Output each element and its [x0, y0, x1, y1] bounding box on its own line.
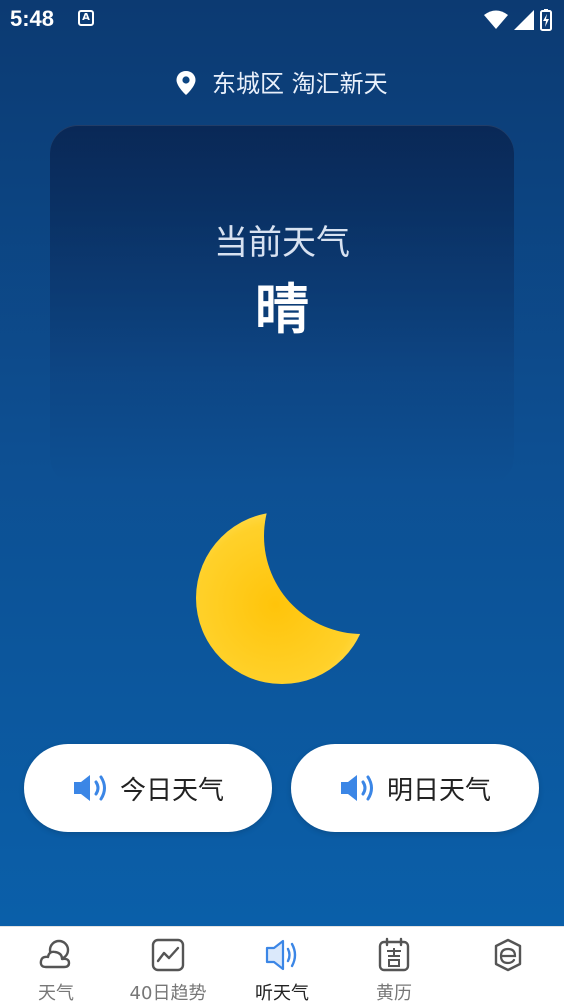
bottom-tab-bar: 天气 40日趋势 听天气 黄历: [0, 926, 564, 1005]
profile-icon: [494, 938, 522, 972]
status-bar: 5:48 A: [0, 0, 564, 40]
tab-label: 黄历: [376, 983, 412, 1004]
tomorrow-weather-button[interactable]: 明日天气: [291, 744, 539, 832]
tab-label: 听天气: [255, 983, 309, 1004]
cloud-icon: [39, 939, 71, 969]
speaker-icon: [265, 939, 297, 971]
battery-icon: [540, 9, 552, 31]
signal-icon: [514, 10, 534, 30]
tab-weather[interactable]: 天气: [0, 927, 112, 1005]
tab-listen-weather[interactable]: 听天气: [226, 927, 338, 1005]
notification-badge-icon: A: [78, 10, 94, 26]
location-text: 东城区 淘汇新天: [212, 70, 388, 98]
moon-icon: [190, 500, 380, 690]
speaker-icon: [73, 775, 106, 801]
status-icons: [484, 8, 552, 32]
tab-profile[interactable]: [452, 927, 564, 1005]
speaker-icon: [340, 775, 373, 801]
tab-40day-trend[interactable]: 40日趋势: [112, 927, 224, 1005]
tab-almanac[interactable]: 黄历: [338, 927, 450, 1005]
location[interactable]: 东城区 淘汇新天: [0, 64, 564, 99]
status-time: 5:48: [10, 6, 55, 31]
tab-label: 天气: [38, 983, 74, 1004]
wifi-icon: [484, 10, 508, 29]
tab-label: 40日趋势: [129, 983, 207, 1004]
calendar-icon: [378, 937, 410, 972]
trend-chart-icon: [151, 938, 185, 972]
current-weather-card: 当前天气 晴: [50, 125, 514, 485]
today-weather-button[interactable]: 今日天气: [24, 744, 272, 832]
current-weather-text: 晴: [255, 278, 309, 341]
tomorrow-weather-label: 明日天气: [386, 775, 491, 806]
card-title: 当前天气: [214, 223, 350, 263]
today-weather-label: 今日天气: [119, 775, 224, 806]
location-pin-icon: [176, 71, 196, 95]
